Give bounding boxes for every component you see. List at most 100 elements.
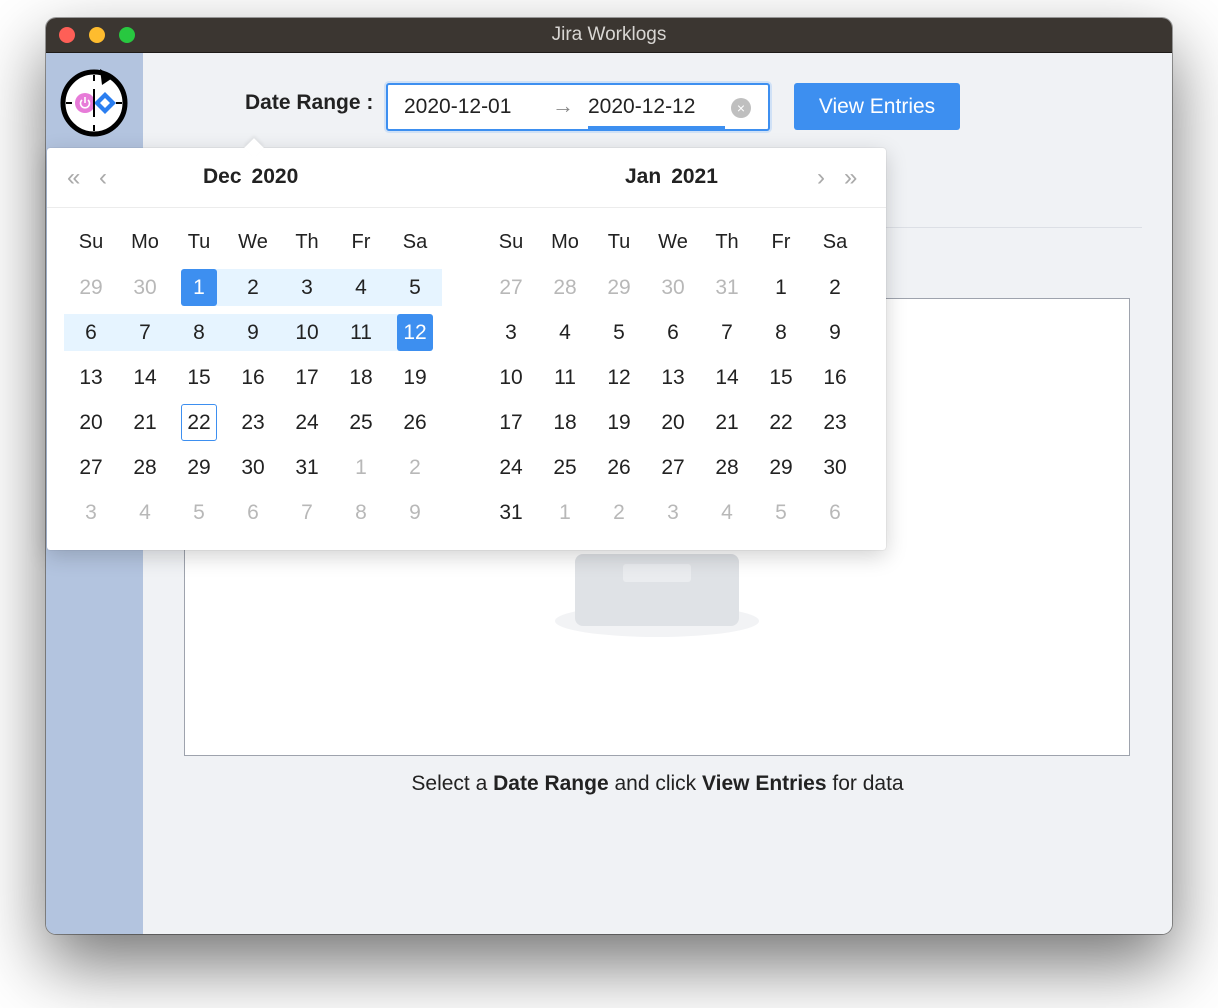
calendar-day-cell[interactable]: 22	[172, 400, 226, 445]
calendar-day-cell[interactable]: 1	[334, 445, 388, 490]
calendar-day-cell[interactable]: 28	[538, 265, 592, 310]
end-date-field[interactable]: 2020-12-12	[588, 95, 695, 119]
calendar-day-cell[interactable]: 11	[538, 355, 592, 400]
calendar-day-cell[interactable]: 20	[646, 400, 700, 445]
calendar-day-cell[interactable]: 27	[484, 265, 538, 310]
calendar-day-cell[interactable]: 8	[754, 310, 808, 355]
left-year-button[interactable]: 2020	[252, 165, 299, 188]
calendar-day-cell[interactable]: 26	[388, 400, 442, 445]
calendar-day-cell[interactable]: 2	[592, 490, 646, 535]
calendar-day-cell[interactable]: 7	[118, 310, 172, 355]
calendar-day-cell[interactable]: 16	[808, 355, 862, 400]
calendar-day-cell[interactable]: 2	[226, 265, 280, 310]
calendar-day-cell[interactable]: 19	[388, 355, 442, 400]
calendar-day-cell[interactable]: 18	[334, 355, 388, 400]
calendar-day-cell[interactable]: 2	[808, 265, 862, 310]
calendar-day-cell[interactable]: 4	[334, 265, 388, 310]
calendar-day-cell[interactable]: 14	[700, 355, 754, 400]
calendar-day-cell[interactable]: 7	[280, 490, 334, 535]
calendar-day-cell[interactable]: 23	[226, 400, 280, 445]
calendar-day-cell[interactable]: 4	[700, 490, 754, 535]
calendar-day-cell[interactable]: 15	[754, 355, 808, 400]
calendar-day-cell[interactable]: 14	[118, 355, 172, 400]
calendar-day-cell[interactable]: 10	[280, 310, 334, 355]
super-next-year-icon[interactable]: »	[844, 164, 857, 192]
calendar-day-cell[interactable]: 31	[484, 490, 538, 535]
calendar-day-cell[interactable]: 3	[646, 490, 700, 535]
prev-month-icon[interactable]: ‹	[99, 164, 107, 192]
calendar-day-cell[interactable]: 6	[64, 310, 118, 355]
clear-icon[interactable]: ×	[731, 98, 751, 118]
calendar-day-cell[interactable]: 17	[280, 355, 334, 400]
calendar-day-cell[interactable]: 10	[484, 355, 538, 400]
calendar-day-cell[interactable]: 15	[172, 355, 226, 400]
calendar-day-cell[interactable]: 29	[64, 265, 118, 310]
calendar-day-cell[interactable]: 29	[754, 445, 808, 490]
calendar-day-cell[interactable]: 17	[484, 400, 538, 445]
calendar-day-cell[interactable]: 9	[808, 310, 862, 355]
calendar-day-cell[interactable]: 30	[118, 265, 172, 310]
calendar-day-cell[interactable]: 3	[64, 490, 118, 535]
calendar-day-cell[interactable]: 30	[808, 445, 862, 490]
calendar-day-cell[interactable]: 12	[592, 355, 646, 400]
calendar-day-cell[interactable]: 6	[808, 490, 862, 535]
start-date-field[interactable]: 2020-12-01	[404, 95, 511, 119]
calendar-day-cell[interactable]: 29	[172, 445, 226, 490]
calendar-day-cell[interactable]: 1	[754, 265, 808, 310]
calendar-day-cell[interactable]: 4	[538, 310, 592, 355]
calendar-day-cell[interactable]: 5	[172, 490, 226, 535]
calendar-day-cell[interactable]: 5	[754, 490, 808, 535]
calendar-day-cell[interactable]: 23	[808, 400, 862, 445]
calendar-day-cell[interactable]: 31	[280, 445, 334, 490]
calendar-day-cell[interactable]: 28	[118, 445, 172, 490]
next-month-icon[interactable]: ›	[817, 164, 825, 192]
calendar-day-cell[interactable]: 28	[700, 445, 754, 490]
calendar-day-cell[interactable]: 25	[334, 400, 388, 445]
calendar-day-cell[interactable]: 27	[646, 445, 700, 490]
calendar-day-cell[interactable]: 21	[118, 400, 172, 445]
view-entries-button[interactable]: View Entries	[794, 83, 960, 130]
calendar-day-cell[interactable]: 29	[592, 265, 646, 310]
calendar-day-cell[interactable]: 19	[592, 400, 646, 445]
calendar-day-cell[interactable]: 20	[64, 400, 118, 445]
calendar-day-cell[interactable]: 8	[172, 310, 226, 355]
right-month-button[interactable]: Jan	[625, 165, 661, 188]
calendar-day-cell[interactable]: 21	[700, 400, 754, 445]
calendar-day-cell[interactable]: 2	[388, 445, 442, 490]
calendar-day-cell[interactable]: 1	[538, 490, 592, 535]
calendar-day-cell[interactable]: 25	[538, 445, 592, 490]
app-logo-icon[interactable]	[60, 65, 128, 137]
calendar-day-cell[interactable]: 22	[754, 400, 808, 445]
super-prev-year-icon[interactable]: «	[67, 164, 80, 192]
calendar-day-cell[interactable]: 13	[646, 355, 700, 400]
calendar-day-cell[interactable]: 4	[118, 490, 172, 535]
date-range-input[interactable]: 2020-12-01 → 2020-12-12 ×	[386, 83, 770, 131]
calendar-day-cell[interactable]: 6	[226, 490, 280, 535]
calendar-day-cell[interactable]: 31	[700, 265, 754, 310]
calendar-day-cell[interactable]: 13	[64, 355, 118, 400]
picker-header: « ‹ Dec 2020 Jan 2021 › »	[47, 148, 886, 208]
calendar-day-cell[interactable]: 30	[646, 265, 700, 310]
left-month-button[interactable]: Dec	[203, 165, 242, 188]
calendar-day-cell[interactable]: 12	[388, 310, 442, 355]
calendar-day-cell[interactable]: 9	[388, 490, 442, 535]
calendar-day-cell[interactable]: 11	[334, 310, 388, 355]
calendar-day-cell[interactable]: 8	[334, 490, 388, 535]
calendar-day-cell[interactable]: 30	[226, 445, 280, 490]
calendar-day-cell[interactable]: 5	[592, 310, 646, 355]
right-year-button[interactable]: 2021	[671, 165, 718, 188]
calendar-day-cell[interactable]: 27	[64, 445, 118, 490]
calendar-day-cell[interactable]: 7	[700, 310, 754, 355]
calendar-day-cell[interactable]: 24	[484, 445, 538, 490]
left-month-year: Dec 2020	[203, 165, 308, 189]
calendar-day-cell[interactable]: 24	[280, 400, 334, 445]
calendar-day-cell[interactable]: 3	[484, 310, 538, 355]
calendar-day-cell[interactable]: 1	[172, 265, 226, 310]
calendar-day-cell[interactable]: 9	[226, 310, 280, 355]
calendar-day-cell[interactable]: 3	[280, 265, 334, 310]
calendar-day-cell[interactable]: 18	[538, 400, 592, 445]
calendar-day-cell[interactable]: 26	[592, 445, 646, 490]
calendar-day-cell[interactable]: 16	[226, 355, 280, 400]
calendar-day-cell[interactable]: 5	[388, 265, 442, 310]
calendar-day-cell[interactable]: 6	[646, 310, 700, 355]
